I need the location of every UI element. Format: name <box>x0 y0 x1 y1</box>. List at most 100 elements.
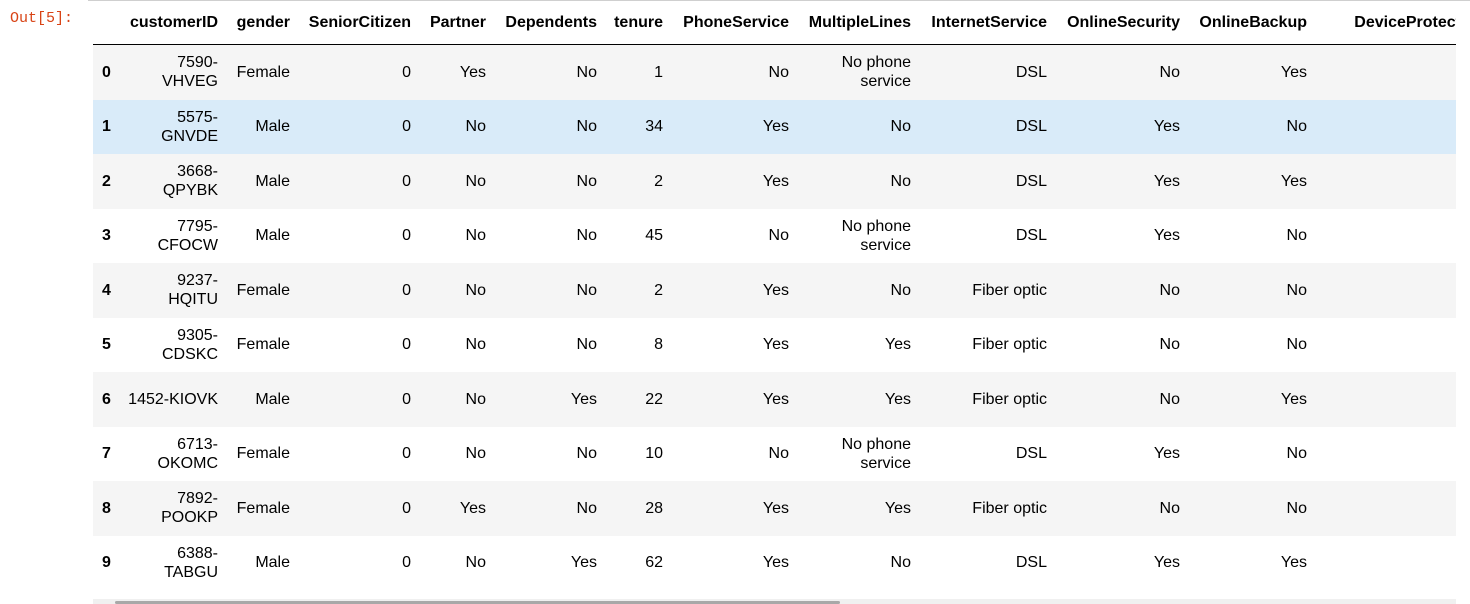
table-cell: No <box>576 336 597 354</box>
table-cell: No <box>797 263 919 318</box>
table-cell: Yes <box>1315 209 1456 264</box>
table-row: 4 9237-HQITU Female 0 No No 2 Yes No Fiber optic N… <box>93 263 1456 318</box>
column-header: tenure <box>605 1 671 45</box>
table-cell: No <box>419 99 494 154</box>
table-cell: No <box>494 44 605 100</box>
table-cell: 7590-VHVEG <box>120 44 226 100</box>
table-cell: Yes <box>1315 481 1456 536</box>
table-row: 9 6388-TABGU Male 0 No Yes 62 Yes No DSL Yes Yes No <box>93 536 1456 591</box>
table-cell: No <box>419 154 494 209</box>
table-cell: No <box>576 445 597 463</box>
table-cell: 62 <box>645 554 663 572</box>
table-cell: Yes <box>1315 99 1456 154</box>
table-cell: No <box>1286 445 1307 463</box>
table-cell: No <box>465 336 486 354</box>
table-cell: Yes <box>671 99 797 154</box>
table-cell: No <box>1188 263 1315 318</box>
table-cell: DSL <box>919 44 1055 100</box>
dataframe-output: customerID gender SeniorCitizen Partner Depe… <box>93 1 1456 601</box>
column-header: OnlineBackup <box>1188 1 1315 45</box>
table-cell: Yes <box>570 554 597 572</box>
table-cell: No <box>494 99 605 154</box>
table-cell: No phone service <box>797 44 919 100</box>
table-cell: 6713-OKOMC <box>157 435 218 472</box>
table-cell: Yes <box>419 44 494 100</box>
row-index: 0 <box>93 44 120 100</box>
table-cell: Female <box>226 44 298 100</box>
table-cell: No <box>419 372 494 427</box>
table-cell: Female <box>236 336 290 354</box>
table-cell: Yes <box>1055 99 1188 154</box>
table-cell: DSL <box>919 154 1055 209</box>
table-cell: 0 <box>298 481 419 536</box>
table-row: 3 7795-CFOCW Male 0 No No 45 No No phone service… <box>93 209 1456 264</box>
table-cell: No <box>1188 99 1315 154</box>
table-cell: No <box>465 227 486 245</box>
table-cell: Fiber optic <box>919 263 1055 318</box>
table-cell: DSL <box>1015 445 1047 463</box>
row-index: 3 <box>102 227 111 245</box>
table-cell: 0 <box>298 372 419 427</box>
table-cell: No <box>494 481 605 536</box>
column-header <box>93 1 120 45</box>
column-header: MultipleLines <box>797 1 919 45</box>
table-cell: 1 <box>605 44 671 100</box>
row-index: 1 <box>93 99 120 154</box>
column-header: customerID <box>120 1 226 45</box>
table-cell: No <box>1315 372 1456 427</box>
table-cell: DSL <box>919 99 1055 154</box>
row-index: 7 <box>102 445 111 463</box>
table-cell: No <box>768 227 789 245</box>
table-cell: No <box>419 263 494 318</box>
table-cell: 0 <box>402 554 411 572</box>
table-cell: 0 <box>298 263 419 318</box>
column-header: Dependents <box>494 1 605 45</box>
table-cell: Yes <box>1153 227 1180 245</box>
table-cell: Yes <box>1280 554 1307 572</box>
table-cell: 0 <box>298 99 419 154</box>
table-cell: 8 <box>654 336 663 354</box>
table-cell: 9305-CDSKC <box>161 326 218 363</box>
table-cell: DSL <box>1015 227 1047 245</box>
table-cell: No <box>1286 336 1307 354</box>
table-cell: Male <box>255 554 290 572</box>
table-cell: Yes <box>671 481 797 536</box>
table-cell: Yes <box>1188 154 1315 209</box>
table-cell: No <box>797 99 919 154</box>
table-cell: No <box>465 554 486 572</box>
table-cell: No <box>1188 481 1315 536</box>
table-cell: Yes <box>671 372 797 427</box>
table-cell: Yes <box>762 554 789 572</box>
table-cell: Yes <box>671 263 797 318</box>
table-cell: Yes <box>1188 372 1315 427</box>
table-cell: Female <box>226 481 298 536</box>
table-cell: 2 <box>605 263 671 318</box>
table-cell: Male <box>226 372 298 427</box>
row-index: 2 <box>93 154 120 209</box>
table-cell: 0 <box>298 44 419 100</box>
table-cell: 0 <box>402 336 411 354</box>
table-row: 6 1452-KIOVK Male 0 No Yes 22 Yes Yes Fiber optic… <box>93 372 1456 427</box>
table-cell: No <box>576 227 597 245</box>
header-row: customerID gender SeniorCitizen Partner Depe… <box>93 1 1456 45</box>
table-cell: 3668-QPYBK <box>120 154 226 209</box>
table-cell: No <box>1055 44 1188 100</box>
output-prompt: Out[5]: <box>10 10 74 27</box>
horizontal-scrollbar[interactable] <box>93 599 1456 604</box>
table-cell: Yes <box>884 336 911 354</box>
table-cell: Fiber optic <box>919 372 1055 427</box>
table-cell: 0 <box>402 227 411 245</box>
table-cell: No <box>1159 336 1180 354</box>
table-cell: 0 <box>298 154 419 209</box>
table-cell: No phone service <box>841 435 911 472</box>
table-cell: No <box>1315 263 1456 318</box>
table-cell: No <box>1315 44 1456 100</box>
table-cell: Yes <box>419 481 494 536</box>
column-header: DeviceProtection <box>1315 1 1456 45</box>
table-cell: No <box>1315 154 1456 209</box>
row-index: 4 <box>93 263 120 318</box>
table-cell: No <box>1315 427 1456 482</box>
table-cell: 6388-TABGU <box>164 544 218 581</box>
table-cell: Female <box>236 445 290 463</box>
table-cell: Yes <box>1188 44 1315 100</box>
